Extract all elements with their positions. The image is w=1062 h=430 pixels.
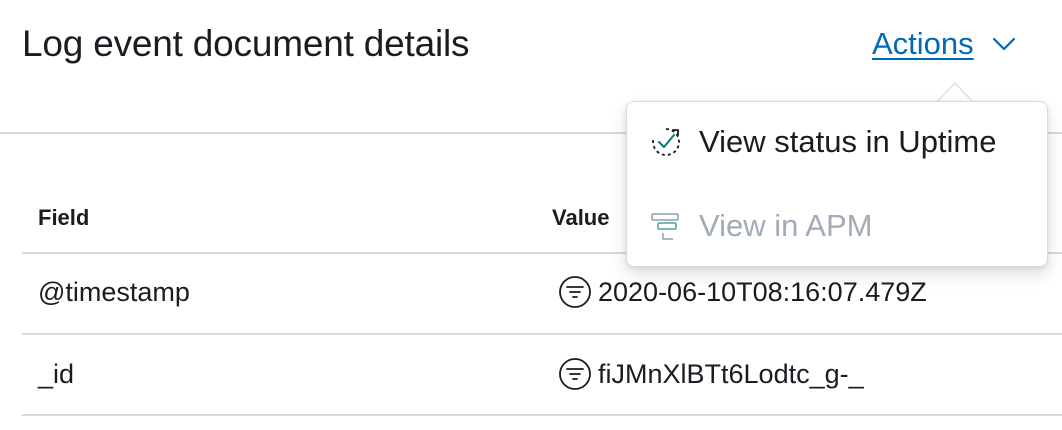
- apm-icon: [651, 213, 679, 240]
- table-cell-field: _id: [38, 359, 75, 389]
- menu-item-view-apm[interactable]: View in APM: [649, 204, 872, 248]
- column-header-field: Field: [38, 205, 90, 230]
- actions-popover: View status in Uptime View in APM: [626, 101, 1048, 267]
- actions-label: Actions: [872, 26, 974, 61]
- chevron-down-icon: [992, 37, 1015, 51]
- menu-item-label: View in APM: [699, 208, 873, 243]
- flyout-title: Log event document details: [22, 23, 470, 64]
- menu-item-label: View status in Uptime: [699, 124, 997, 159]
- table-cell-value: 2020-06-10T08:16:07.479Z: [558, 272, 927, 312]
- popover-arrow: [937, 82, 973, 102]
- menu-item-view-uptime[interactable]: View status in Uptime: [649, 120, 997, 164]
- column-header-value: Value: [552, 205, 610, 230]
- table-row-divider: [22, 333, 1062, 335]
- filter-icon[interactable]: [558, 275, 592, 309]
- value-text: fiJMnXlBTt6Lodtc_g-_: [598, 359, 864, 389]
- table-cell-value: fiJMnXlBTt6Lodtc_g-_: [558, 354, 864, 394]
- filter-icon[interactable]: [558, 357, 592, 391]
- table-row-divider: [22, 414, 1062, 416]
- table-cell-field: @timestamp: [38, 277, 190, 307]
- actions-menu-button[interactable]: Actions: [872, 22, 1018, 66]
- uptime-icon: [652, 128, 680, 156]
- value-text: 2020-06-10T08:16:07.479Z: [598, 277, 927, 307]
